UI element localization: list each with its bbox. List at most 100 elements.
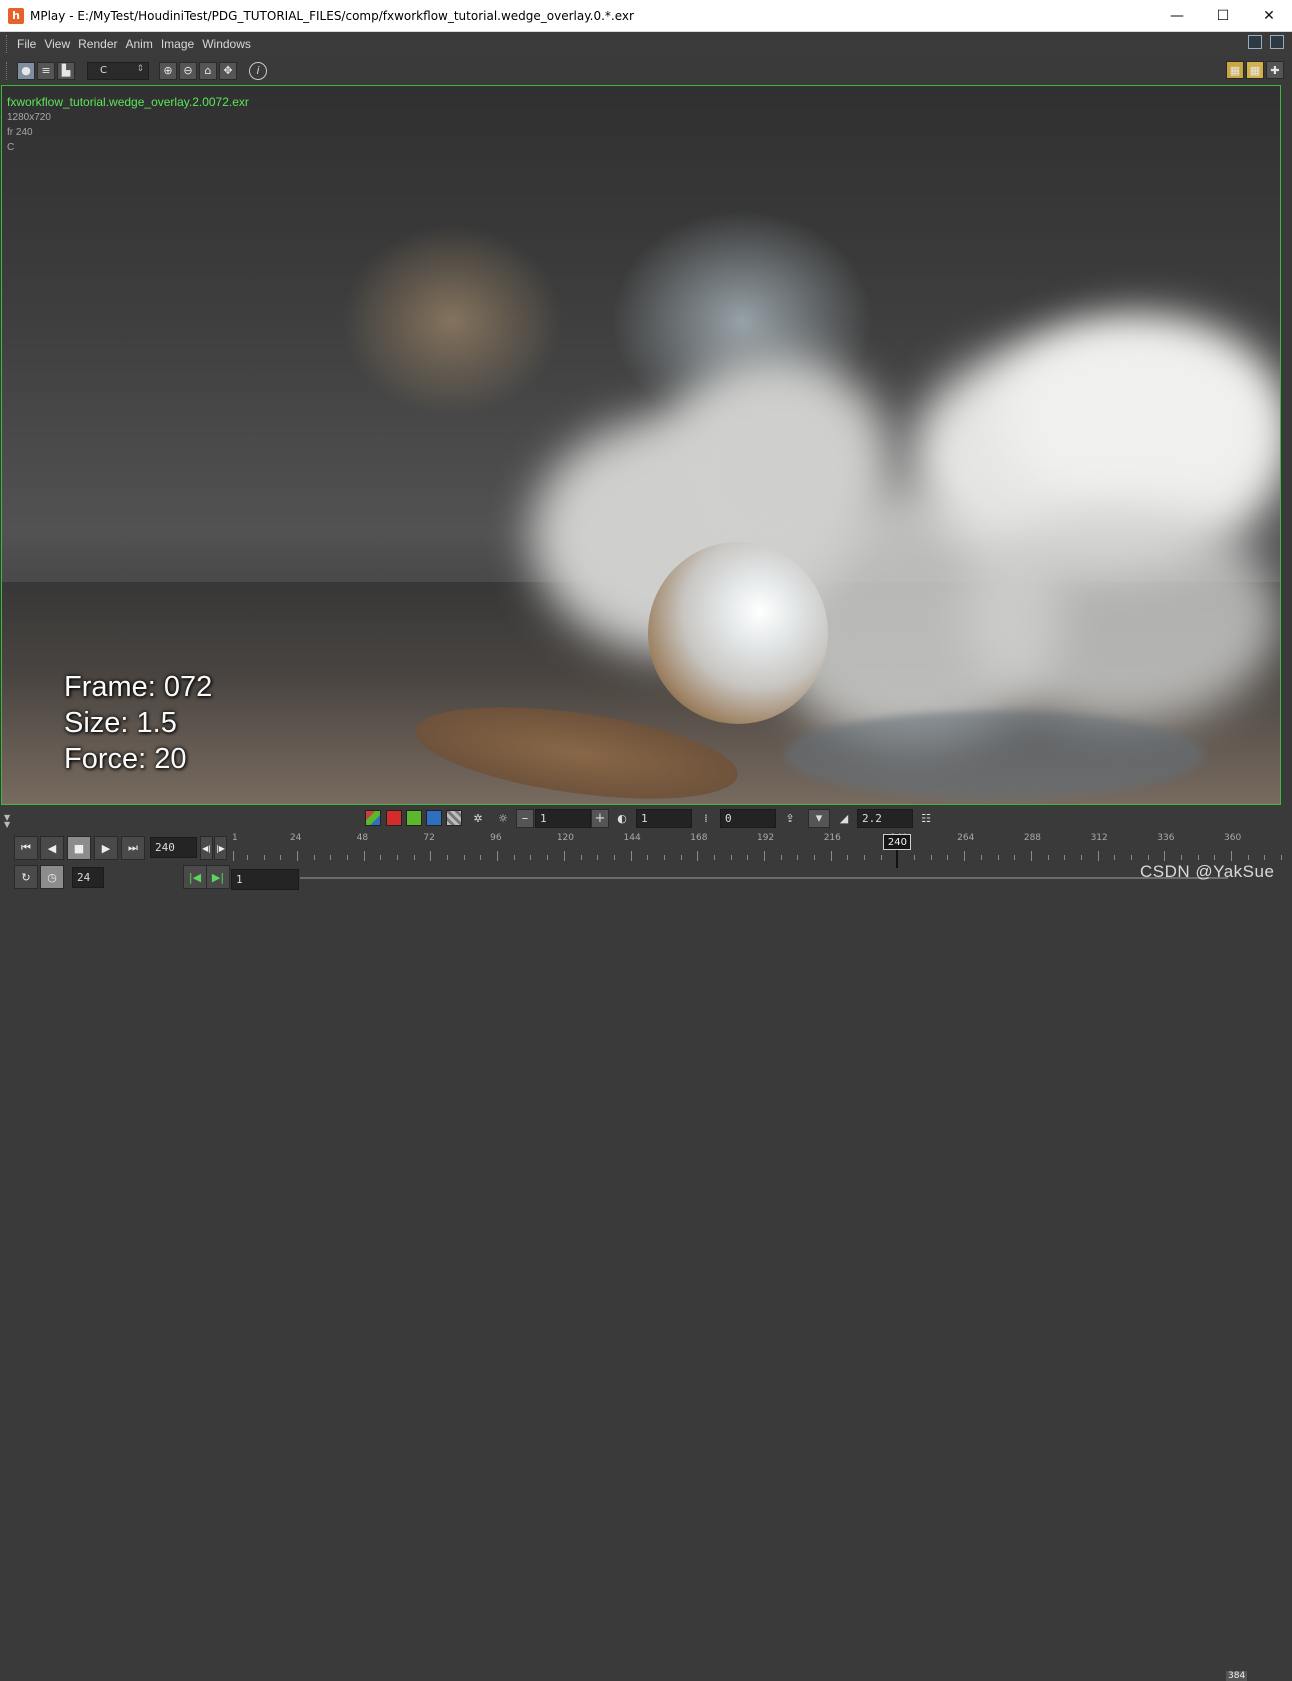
alpha-channel-icon[interactable] [446,810,462,826]
menu-grip-handle[interactable] [6,35,11,53]
timeline-tick-label: 120 [556,833,574,843]
title-bar: h MPlay - E:/MyTest/HoudiniTest/PDG_TUTO… [0,0,1292,32]
timeline-major-tick [630,851,632,861]
image-toolbar: ● ≡ ▙ C ⇕ ⊕ ⊖ ⌂ ✥ i ▦ ▦ ✚ [0,57,1292,84]
menu-image[interactable]: Image [161,37,194,51]
channel-select[interactable]: C ⇕ [87,61,149,80]
timeline-tick [780,855,782,860]
step-back-icon[interactable]: ◀| [200,836,213,860]
timeline-major-tick [1231,851,1233,861]
current-frame-indicator[interactable]: 240 [883,834,912,850]
red-channel-icon[interactable] [386,810,402,826]
play-reverse-icon[interactable]: ◀ [40,836,64,860]
timeline-tick-label: 216 [823,833,841,843]
window-title: MPlay - E:/MyTest/HoudiniTest/PDG_TUTORI… [30,8,634,23]
overlay-size: Size: 1.5 [64,707,177,739]
green-channel-icon[interactable] [406,810,422,826]
cloud-shadow [784,711,1204,799]
watermark: CSDN @YakSue [1140,862,1275,881]
timeline-tick [1047,855,1049,860]
single-layout-icon[interactable]: ✚ [1266,61,1284,79]
current-frame-marker[interactable] [896,850,899,868]
sphere-view-icon[interactable]: ● [17,61,35,80]
timeline-major-tick [497,851,499,861]
frame-range-slider[interactable] [300,877,1228,879]
jump-end-icon[interactable]: ⏭ [121,836,145,860]
timeline-tick [1080,855,1082,860]
toolbar-grip-handle[interactable] [6,61,11,80]
timeline-tick [864,855,866,860]
timeline[interactable]: 1 24 48 72 96 120 144 168 192 216 240 264 288 312 336 3… [230,833,1288,868]
image-channel: C [7,142,15,153]
menu-windows[interactable]: Windows [202,37,251,51]
stop-icon[interactable]: ■ [67,836,91,860]
timeline-tick-label: 336 [1157,833,1175,843]
timeline-tick [613,855,615,860]
fit-view-icon[interactable]: ✥ [219,61,237,80]
exposure-field[interactable]: 1 [535,809,591,828]
exposure-plus-button[interactable]: + [591,809,609,828]
home-icon[interactable]: ⌂ [199,61,217,80]
smoke-cloud [962,506,1280,726]
sparkle-icon[interactable]: ✲ [470,810,486,826]
menu-view[interactable]: View [44,37,70,51]
gamma-curve-icon[interactable]: ◢ [836,810,852,826]
list-view-icon[interactable]: ≡ [37,61,55,80]
zoom-out-icon[interactable]: ⊖ [179,61,197,80]
exposure-icon[interactable]: ☼ [495,810,511,826]
offset-icon[interactable]: ⁞ [698,810,714,826]
timeline-tick [747,855,749,860]
step-forward-icon[interactable]: |▶ [214,836,227,860]
loop-mode-icon[interactable]: ↻ [14,865,38,889]
fps-field[interactable]: 24 [72,867,104,888]
info-icon[interactable]: i [249,61,267,80]
menu-anim[interactable]: Anim [126,37,153,51]
start-frame-field[interactable]: 1 [231,869,299,890]
minimize-button[interactable]: — [1154,0,1200,31]
offset-field[interactable]: 0 [720,809,776,828]
playbar-collapse-icon[interactable]: ▼ [4,820,10,829]
timeline-tick [947,855,949,860]
current-frame-field[interactable]: 240 [150,837,197,858]
timeline-tick [413,855,415,860]
timeline-tick [246,855,248,860]
blue-channel-icon[interactable] [426,810,442,826]
timeline-tick [480,855,482,860]
range-start-icon[interactable]: |◀ [183,865,207,889]
jump-start-icon[interactable]: ⏮ [14,836,38,860]
realtime-clock-icon[interactable]: ◷ [40,865,64,889]
close-button[interactable]: ✕ [1246,0,1292,31]
timeline-tick [1014,855,1016,860]
display-gamma-field[interactable]: 2.2 [857,809,913,828]
zoom-in-icon[interactable]: ⊕ [159,61,177,80]
play-forward-icon[interactable]: ▶ [94,836,118,860]
timeline-tick [313,855,315,860]
compare-icon[interactable]: ▦ [1226,61,1244,79]
image-viewport[interactable]: fxworkflow_tutorial.wedge_overlay.2.0072… [1,85,1281,805]
options-icon[interactable]: ☷ [918,810,934,826]
timeline-tick [530,855,532,860]
gamma-icon[interactable]: ◐ [614,810,630,826]
float-panel-icon[interactable] [1248,35,1262,49]
houdini-icon: h [8,7,24,24]
lut-menu-icon[interactable]: ▾ [808,809,830,828]
image-frame-rate: fr 240 [7,127,33,138]
menu-render[interactable]: Render [78,37,117,51]
pin-panel-icon[interactable] [1270,35,1284,49]
timeline-major-tick [1030,851,1032,861]
gamma-field[interactable]: 1 [636,809,692,828]
exposure-minus-button[interactable]: – [516,809,534,828]
menu-file[interactable]: File [17,37,36,51]
timeline-tick [930,855,932,860]
grid-layout-icon[interactable]: ▦ [1246,61,1264,79]
end-frame-label: 384 [1226,1671,1248,1681]
timeline-tick-label: 360 [1224,833,1242,843]
timeline-tick [1281,855,1283,860]
maximize-button[interactable]: ☐ [1200,0,1246,31]
lut-icon[interactable]: ⇪ [782,810,798,826]
overlay-frame: Frame: 072 [64,671,213,703]
histogram-icon[interactable]: ▙ [57,61,75,80]
rgb-channel-icon[interactable] [365,810,381,826]
timeline-tick [597,855,599,860]
range-end-icon[interactable]: ▶| [206,865,230,889]
